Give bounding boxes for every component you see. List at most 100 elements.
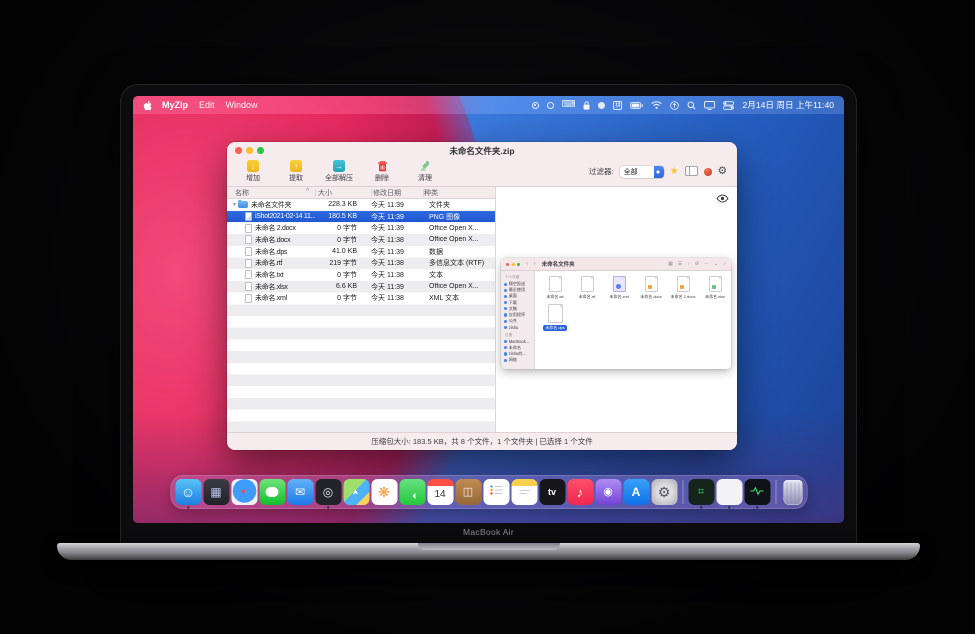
dock-monitor-app-icon[interactable] — [744, 479, 770, 505]
minimize-button[interactable] — [246, 147, 253, 154]
ring-1-icon[interactable] — [532, 102, 539, 109]
dock-facetime-icon[interactable] — [399, 479, 425, 505]
dock-messages-icon[interactable] — [259, 479, 285, 505]
pinyin-icon[interactable]: 拼 — [613, 101, 622, 110]
app-circle-icon[interactable] — [598, 102, 605, 109]
column-size[interactable]: 大小 — [318, 188, 332, 198]
column-name[interactable]: 名称 — [235, 188, 249, 198]
menu-clock[interactable]: 2月14日 周日 上午11:40 — [742, 99, 834, 111]
sort-indicator[interactable]: ^ — [306, 188, 309, 195]
dock-launchpad-icon[interactable]: ▦ — [203, 479, 229, 505]
file-row-0[interactable]: ▾未命名文件夹228.3 KB今天 11:39文件夹 — [227, 199, 495, 211]
document-file-icon — [245, 247, 252, 256]
eye-icon[interactable] — [716, 190, 729, 208]
mini-sidebar-section: 位置 — [505, 333, 534, 338]
dock-contacts-icon[interactable]: ◫ — [455, 479, 481, 505]
column-kind[interactable]: 种类 — [424, 188, 438, 198]
dock-settings-icon[interactable]: ⚙ — [651, 479, 677, 505]
dock-photos-icon[interactable]: ❋ — [371, 479, 397, 505]
file-date: 今天 11:38 — [371, 235, 429, 245]
dock-appstore-icon[interactable]: A — [623, 479, 649, 505]
mini-doc-icon — [581, 276, 594, 292]
dock-tv-icon[interactable]: tv — [539, 479, 565, 505]
dock-trash-icon[interactable] — [783, 480, 802, 505]
file-row-5[interactable]: 未命名.rtf219 字节今天 11:38多信息文本 (RTF) — [227, 257, 495, 269]
apple-menu-icon[interactable] — [143, 100, 152, 111]
wifi-icon[interactable] — [651, 101, 662, 109]
dock-finder-icon[interactable]: ☺ — [175, 479, 201, 505]
file-row-1[interactable]: iShot2021-02-14 11...180.5 KB今天 11:39PNG… — [227, 211, 495, 223]
zoom-button[interactable] — [257, 147, 264, 154]
dock-mail-icon[interactable]: ✉ — [287, 479, 313, 505]
battery-icon[interactable] — [630, 102, 643, 109]
dock-notes-icon[interactable] — [511, 479, 537, 505]
file-row-3[interactable]: 未命名.docx0 字节今天 11:38Office Open X... — [227, 234, 495, 246]
myzip-window: 未命名文件夹.zip ↓ 增加 ↑ 提取 → 全部解压 删除 — [227, 142, 737, 450]
file-size: 6.6 KB — [315, 283, 357, 290]
app-badge-icon[interactable] — [704, 168, 712, 176]
dock-maps-icon[interactable]: ➤ — [343, 479, 369, 505]
filter-select[interactable]: 全部 — [620, 166, 664, 178]
dock-winrar-icon[interactable] — [716, 479, 742, 505]
extract-all-button[interactable]: → 全部解压 — [321, 160, 357, 183]
select-stepper-icon — [654, 166, 664, 178]
file-date: 今天 11:38 — [371, 293, 429, 303]
clean-button[interactable]: 清理 — [407, 160, 443, 183]
document-file-icon — [245, 270, 252, 279]
status-bar: 压缩包大小: 183.5 KB，共 8 个文件，1 个文件夹 | 已选择 1 个… — [227, 432, 737, 450]
dock-separator — [775, 480, 776, 504]
file-date: 今天 11:39 — [371, 212, 429, 222]
dock-calendar-icon[interactable]: 14 — [427, 479, 453, 505]
upload-icon[interactable] — [670, 101, 679, 110]
dock-safari-icon[interactable]: ➤ — [231, 479, 257, 505]
dock-podcasts-icon[interactable]: ◉ — [595, 479, 621, 505]
sidebar-toggle-icon[interactable] — [685, 163, 698, 181]
file-row-8[interactable]: 未命名.xml0 字节今天 11:38XML 文本 — [227, 293, 495, 305]
delete-button[interactable]: 删除 — [364, 160, 400, 183]
mini-doc-icon — [548, 304, 563, 323]
menu-status-icons: ⌨拼 — [532, 100, 735, 110]
menu-edit[interactable]: Edit — [199, 100, 215, 110]
add-button[interactable]: ↓ 增加 — [235, 160, 271, 183]
file-kind: 多信息文本 (RTF) — [429, 258, 495, 268]
mini-doc-icon — [549, 276, 562, 292]
mini-file-未命名.txt: 未命名.txt — [541, 276, 569, 300]
dock-reminders-icon[interactable] — [483, 479, 509, 505]
mini-finder-traffic-lights — [506, 263, 520, 266]
keyboard-icon[interactable]: ⌨ — [562, 100, 576, 110]
window-content: 名称 ^ 大小 修改日期 种类 ▾未命名文件夹228.3 KB今天 11:39文… — [227, 186, 737, 432]
mini-finder-title: 未命名文件夹 — [542, 260, 575, 268]
document-file-icon — [245, 294, 252, 303]
file-date: 今天 11:39 — [371, 247, 429, 257]
file-row-6[interactable]: 未命名.txt0 字节今天 11:38文本 — [227, 269, 495, 281]
file-date: 今天 11:38 — [371, 270, 429, 280]
extract-button[interactable]: ↑ 提取 — [278, 160, 314, 183]
list-header: 名称 ^ 大小 修改日期 种类 — [227, 187, 495, 199]
dock-terminal-app-icon[interactable]: ⌗ — [688, 479, 714, 505]
control-center-icon[interactable] — [723, 101, 734, 110]
file-list-pane: 名称 ^ 大小 修改日期 种类 ▾未命名文件夹228.3 KB今天 11:39文… — [227, 187, 496, 432]
mini-doc-icon — [677, 276, 690, 292]
disclosure-triangle-icon[interactable]: ▾ — [231, 202, 238, 208]
image-file-icon — [245, 212, 252, 221]
favorite-star-icon[interactable]: ★ — [670, 167, 679, 177]
dock: ☺▦➤✉◎➤❋14◫tv♪◉A⚙⌗ — [170, 475, 807, 509]
dock-ishot-icon[interactable]: ◎ — [315, 479, 341, 505]
file-row-2[interactable]: 未命名 2.docx0 字节今天 11:39Office Open X... — [227, 222, 495, 234]
ring-2-icon[interactable] — [547, 102, 554, 109]
mini-sidebar-item: 网络 — [504, 357, 534, 363]
settings-gear-icon[interactable]: ⚙ — [718, 166, 727, 177]
menu-app-name[interactable]: MyZip — [162, 100, 188, 110]
display-icon[interactable] — [704, 101, 715, 110]
file-row-4[interactable]: 未命名.dps41.0 KB今天 11:39数据 — [227, 246, 495, 258]
dock-music-icon[interactable]: ♪ — [567, 479, 593, 505]
lock-icon[interactable] — [583, 101, 590, 110]
file-name: 未命名.docx — [255, 235, 290, 245]
window-title: 未命名文件夹.zip — [227, 145, 737, 157]
column-date[interactable]: 修改日期 — [373, 188, 401, 198]
filter-value: 全部 — [620, 167, 654, 177]
menu-window[interactable]: Window — [226, 100, 258, 110]
close-button[interactable] — [235, 147, 242, 154]
search-icon[interactable] — [687, 101, 696, 110]
file-row-7[interactable]: 未命名.xlsx6.6 KB今天 11:39Office Open X... — [227, 281, 495, 293]
